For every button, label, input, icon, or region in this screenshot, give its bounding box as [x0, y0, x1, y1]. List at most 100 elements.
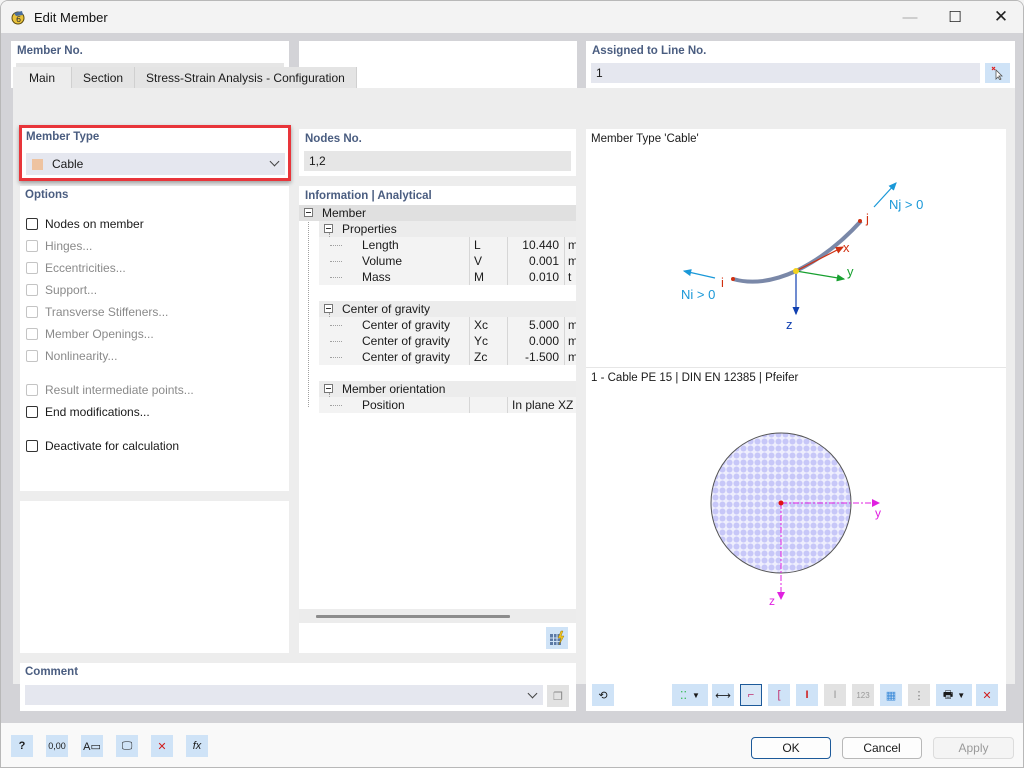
- property-symbol: Xc: [469, 317, 507, 333]
- dropdown-arrow-icon: ▼: [957, 690, 966, 700]
- tree-row: Length L 10.440 m: [319, 237, 576, 253]
- scrollbar-thumb[interactable]: [316, 615, 510, 618]
- collapse-icon[interactable]: [324, 224, 333, 233]
- assigned-line-field[interactable]: 1: [591, 63, 980, 83]
- option-label: Deactivate for calculation: [45, 439, 180, 453]
- tree-row-properties[interactable]: Properties: [319, 221, 576, 237]
- tree-row-member-orientation[interactable]: Member orientation: [319, 381, 576, 397]
- reset-view-button[interactable]: ✕: [976, 684, 998, 706]
- reset-icon: ✕: [982, 689, 992, 702]
- collapse-icon[interactable]: [304, 208, 313, 217]
- property-value: 0.001: [507, 253, 564, 269]
- member-no-label: Member No.: [17, 45, 83, 57]
- option-result-intermediate-points: Result intermediate points...: [26, 383, 194, 397]
- nodes-field[interactable]: 1,2: [304, 151, 571, 171]
- display-button[interactable]: 🖵: [116, 735, 138, 757]
- grid-button[interactable]: ▦: [880, 684, 902, 706]
- checkbox: [26, 384, 38, 396]
- maximize-button[interactable]: ☐: [932, 1, 978, 33]
- help-button[interactable]: ?: [11, 735, 33, 757]
- tab-stress-strain[interactable]: Stress-Strain Analysis - Configuration: [135, 67, 357, 88]
- ok-button[interactable]: OK: [751, 737, 831, 759]
- collapse-icon[interactable]: [324, 304, 333, 313]
- tree-horizontal-scrollbar[interactable]: [299, 609, 576, 623]
- minimize-button[interactable]: —: [887, 1, 933, 33]
- member-type-diagram: i j x y z Ni > 0 Nj > 0: [681, 182, 923, 332]
- print-dropdown-button[interactable]: 🖶 ▼: [936, 684, 972, 706]
- delete-selection-icon: ✕: [157, 740, 167, 753]
- comment-label: Comment: [25, 666, 79, 678]
- node-j: [858, 219, 862, 223]
- options-label: Options: [25, 189, 69, 201]
- nodes-label: Nodes No.: [305, 133, 362, 145]
- checkbox[interactable]: [26, 406, 38, 418]
- property-unit: m³: [564, 253, 576, 269]
- option-deactivate[interactable]: Deactivate for calculation: [26, 439, 179, 453]
- tab-main[interactable]: Main: [13, 67, 73, 88]
- property-value: 10.440: [507, 237, 564, 253]
- axes-button[interactable]: ⌐: [740, 684, 762, 706]
- option-end-modifications[interactable]: End modifications...: [26, 405, 150, 419]
- window-title: Edit Member: [34, 9, 108, 25]
- member-type-label: Member Type: [26, 131, 100, 143]
- property-symbol: V: [469, 253, 507, 269]
- info-tree: Member Properties Length L 10.440 m Volu…: [299, 205, 576, 609]
- grid-icon: ▦: [885, 689, 897, 702]
- formula-button[interactable]: fx: [186, 735, 208, 757]
- member-type-color-swatch: [32, 158, 43, 170]
- section-gray-button[interactable]: I: [824, 684, 846, 706]
- label-z: z: [786, 317, 793, 332]
- pick-from-graphic-icon: [991, 66, 1003, 80]
- section-outline-button[interactable]: I: [796, 684, 818, 706]
- help-icon: ?: [18, 740, 26, 752]
- shear-center-button[interactable]: [: [768, 684, 790, 706]
- apply-button[interactable]: Apply: [933, 737, 1014, 759]
- info-header: Information | Analytical: [299, 186, 576, 205]
- points-dropdown-button[interactable]: ⁚⁚ ▼: [672, 684, 708, 706]
- property-value: 0.010: [507, 269, 564, 285]
- member-type-value: Cable: [52, 157, 84, 171]
- tree-row-center-of-gravity[interactable]: Center of gravity: [319, 301, 576, 317]
- rotate-view-button[interactable]: ⟲: [592, 684, 614, 706]
- preview-panel: Member Type 'Cable' i j x y z Ni > 0 Nj: [586, 129, 1006, 711]
- tree-row-member[interactable]: Member: [299, 205, 576, 221]
- info-footer: [299, 623, 576, 653]
- close-button[interactable]: ✕: [978, 1, 1023, 33]
- collapse-icon[interactable]: [324, 384, 333, 393]
- empty-options-panel: [20, 501, 289, 653]
- checkbox[interactable]: [26, 218, 38, 230]
- comment-library-button[interactable]: ❐: [547, 685, 569, 707]
- member-type-select[interactable]: Cable: [26, 153, 285, 175]
- label-y: y: [847, 264, 854, 279]
- option-nodes-on-member[interactable]: Nodes on member: [26, 217, 144, 231]
- delete-selection-button[interactable]: ✕: [151, 735, 173, 757]
- tree-row: Center of gravity Yc 0.000 m: [319, 333, 576, 349]
- tab-section[interactable]: Section: [72, 67, 136, 88]
- colors-button[interactable]: A▭: [81, 735, 103, 757]
- info-details-button[interactable]: [546, 627, 568, 649]
- stress-points-button[interactable]: ⋮: [908, 684, 930, 706]
- tree-row: Volume V 0.001 m³: [319, 253, 576, 269]
- option-label: Nodes on member: [45, 217, 144, 231]
- label-x: x: [843, 240, 850, 255]
- option-hinges: Hinges...: [26, 239, 92, 253]
- dimension-button[interactable]: ⟷: [712, 684, 734, 706]
- node-i: [731, 277, 735, 281]
- tree-row: Center of gravity Xc 5.000 m: [319, 317, 576, 333]
- property-name: Volume: [362, 254, 403, 268]
- numbering-button[interactable]: 123: [852, 684, 874, 706]
- tree-row: Position In plane XZ c: [319, 397, 576, 413]
- property-name: Center of gravity: [362, 318, 451, 332]
- checkbox[interactable]: [26, 440, 38, 452]
- comment-input[interactable]: [25, 685, 543, 705]
- property-value: 0.000: [507, 333, 564, 349]
- property-value: In plane XZ c: [507, 397, 576, 413]
- assigned-line-label: Assigned to Line No.: [592, 45, 707, 57]
- section-gray-icon: I: [833, 689, 837, 701]
- pick-line-button[interactable]: [985, 63, 1010, 83]
- checkbox: [26, 350, 38, 362]
- units-button[interactable]: 0,00: [46, 735, 68, 757]
- chevron-down-icon: [269, 156, 280, 167]
- options-panel: Options Nodes on member Hinges... Eccent…: [20, 186, 289, 491]
- cancel-button[interactable]: Cancel: [842, 737, 922, 759]
